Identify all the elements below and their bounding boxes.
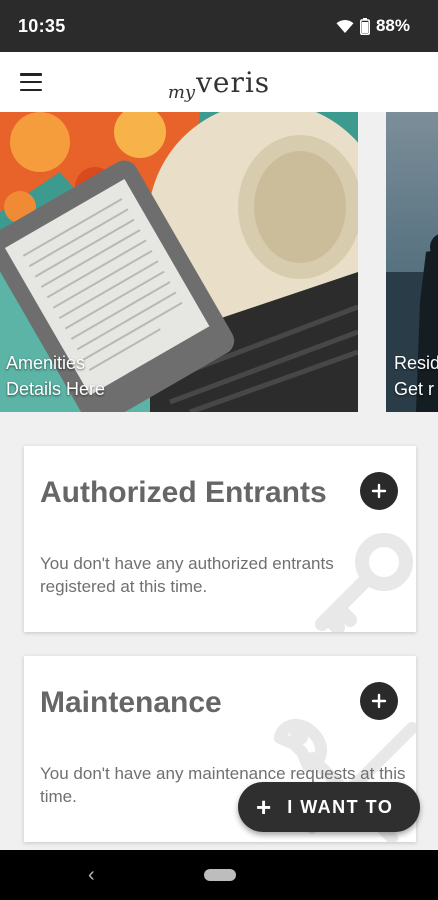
status-bar: 10:35 88% xyxy=(0,0,438,52)
app-bar: my veris xyxy=(0,52,438,112)
back-icon[interactable]: ‹ xyxy=(88,864,95,887)
app-logo: my veris xyxy=(168,65,271,103)
battery-icon xyxy=(359,17,370,35)
add-maintenance-button[interactable] xyxy=(360,682,398,720)
logo-prefix: my xyxy=(167,81,196,103)
plus-icon xyxy=(371,693,387,709)
wifi-icon xyxy=(336,19,354,33)
slide-caption: Resid Get r xyxy=(394,350,438,402)
plus-icon: + xyxy=(256,792,272,822)
plus-icon xyxy=(371,483,387,499)
carousel-slide-resident[interactable]: Resid Get r xyxy=(386,112,438,412)
slide-caption: Amenities Details Here xyxy=(6,350,105,402)
slide-subtitle: Get r xyxy=(394,379,435,399)
slide-title: Amenities xyxy=(6,353,86,373)
hamburger-menu-icon[interactable] xyxy=(20,71,42,93)
card-empty-message: You don't have any authorized entrants r… xyxy=(40,554,334,596)
status-indicators: 88% xyxy=(336,16,410,36)
system-nav-bar: ‹ xyxy=(0,850,438,900)
fab-label: I WANT TO xyxy=(287,796,394,817)
slide-title: Resid xyxy=(394,353,438,373)
card-title: Maintenance xyxy=(40,686,222,719)
featured-carousel[interactable]: Amenities Details Here Resid Get r xyxy=(0,112,438,412)
i-want-to-button[interactable]: + I WANT TO xyxy=(238,782,420,832)
slide-subtitle: Details Here xyxy=(6,379,106,399)
battery-percent: 88% xyxy=(375,16,410,35)
logo-name: veris xyxy=(196,65,271,99)
home-pill[interactable] xyxy=(204,869,236,881)
card-title: Authorized Entrants xyxy=(40,476,327,509)
add-entrant-button[interactable] xyxy=(360,472,398,510)
authorized-entrants-card: Authorized Entrants You don't have any a… xyxy=(24,446,416,632)
status-time: 10:35 xyxy=(18,15,66,36)
carousel-slide-amenities[interactable]: Amenities Details Here xyxy=(0,112,358,412)
